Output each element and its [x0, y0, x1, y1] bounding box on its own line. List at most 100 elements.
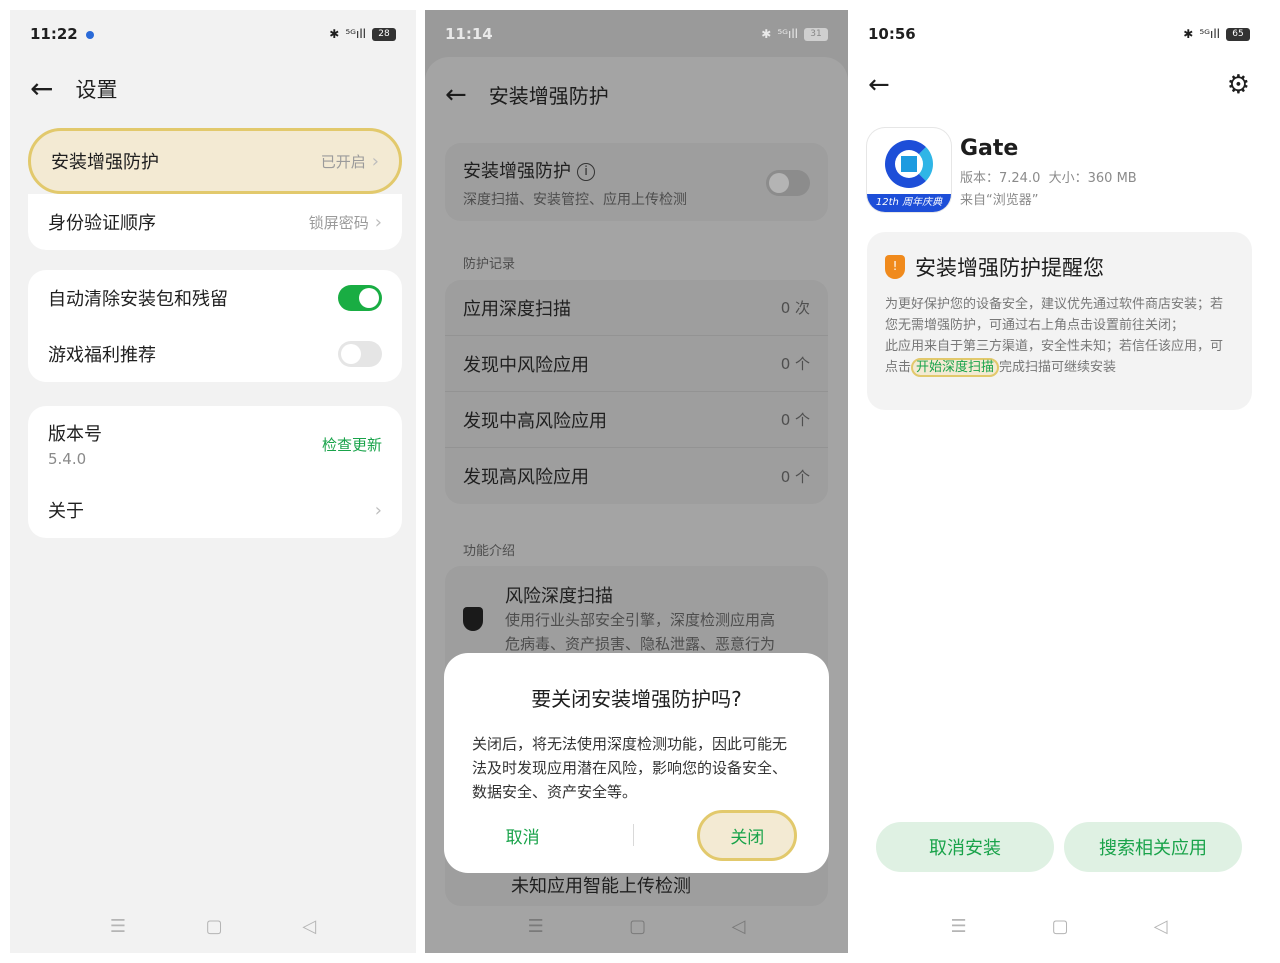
back-arrow-icon[interactable]: ←: [868, 72, 890, 98]
menu-icon[interactable]: ☰: [528, 916, 544, 937]
record-row[interactable]: 发现高风险应用 0 个: [445, 448, 828, 504]
auto-clean-toggle[interactable]: [338, 285, 382, 311]
install-protection-screen: 11:14 ✱ ⁵ᴳıll 31 ← 安装增强防护 安装增强防护 i 深度扫描、安…: [425, 10, 848, 953]
close-confirm-button[interactable]: 关闭: [697, 809, 798, 861]
row-about[interactable]: 关于 ›: [28, 482, 402, 538]
nav-bar: ☰ ▢ ◁: [848, 916, 1270, 937]
app-install-screen: 10:56 ✱ ⁵ᴳıll 65 ← ⚙ 12th 周年庆典 Gate 版本：7…: [848, 10, 1270, 953]
chevron-right-icon: ›: [374, 499, 382, 521]
gear-icon[interactable]: ⚙: [1227, 72, 1250, 98]
section-header: 功能介绍: [463, 544, 516, 559]
bluetooth-icon: ✱: [761, 27, 772, 41]
warning-title: 安装增强防护提醒您: [915, 256, 1104, 280]
record-row[interactable]: 发现中风险应用 0 个: [445, 336, 828, 392]
toggle-subtitle: 深度扫描、安装管控、应用上传检测: [463, 192, 687, 208]
records-card: 应用深度扫描 0 次 发现中风险应用 0 个 发现中高风险应用 0 个 发现高风险应用…: [445, 280, 828, 504]
menu-icon[interactable]: ☰: [951, 916, 967, 937]
toggle-label: 安装增强防护: [463, 161, 571, 182]
row-label: 身份验证顺序: [48, 213, 156, 234]
cancel-install-button[interactable]: 取消安装: [876, 822, 1054, 872]
record-count: 0 个: [780, 411, 810, 429]
game-recommend-toggle[interactable]: [338, 341, 382, 367]
status-bar: 11:14 ✱ ⁵ᴳıll 31: [445, 24, 828, 44]
header: ← ⚙: [868, 72, 1250, 98]
nav-bar: ☰ ▢ ◁: [10, 916, 416, 937]
signal-icon: ⁵ᴳıll: [1199, 27, 1220, 41]
record-row[interactable]: 发现中高风险应用 0 个: [445, 392, 828, 448]
row-label: 自动清除安装包和残留: [48, 289, 228, 310]
app-icon: 12th 周年庆典: [867, 128, 951, 212]
version-value: 5.4.0: [48, 450, 87, 468]
app-source: 来自“浏览器”: [960, 193, 1039, 208]
chevron-right-icon: ›: [371, 150, 379, 172]
row-auto-clean: 自动清除安装包和残留: [28, 270, 402, 326]
record-label: 发现中风险应用: [463, 354, 589, 376]
row-label: 游戏福利推荐: [48, 345, 156, 366]
signal-icon: ⁵ᴳıll: [345, 27, 366, 41]
location-icon: [85, 31, 94, 39]
record-count: 0 个: [780, 355, 810, 373]
app-icon-banner: 12th 周年庆典: [867, 194, 951, 212]
header: ← 安装增强防护: [445, 80, 609, 109]
clock: 11:22: [30, 25, 78, 43]
back-icon[interactable]: ◁: [731, 916, 745, 937]
home-icon[interactable]: ▢: [206, 916, 223, 937]
record-count: 0 个: [780, 467, 810, 486]
record-count: 0 次: [780, 299, 810, 317]
confirm-dialog: 要关闭安装增强防护吗? 关闭后，将无法使用深度检测功能，因此可能无法及时发现应用…: [444, 653, 829, 873]
battery-icon: 28: [372, 27, 396, 41]
feature-desc: 使用行业头部安全引擎，深度检测应用高: [505, 611, 776, 629]
header: ← 设置: [30, 74, 117, 104]
record-label: 应用深度扫描: [463, 298, 571, 320]
warning-card: ! 安装增强防护提醒您 为更好保护您的设备安全，建议优先通过软件商店安装；若您无…: [867, 232, 1252, 410]
menu-icon[interactable]: ☰: [110, 916, 126, 937]
info-icon[interactable]: i: [577, 163, 595, 181]
bluetooth-icon: ✱: [1183, 27, 1194, 41]
dialog-buttons: 取消 关闭: [444, 809, 829, 861]
row-version: 版本号 5.4.0 检查更新: [28, 406, 402, 482]
back-arrow-icon[interactable]: ←: [445, 82, 467, 108]
warning-text: 为更好保护您的设备安全，建议优先通过软件商店安装；若您无需增强防护，可通过右上角…: [885, 297, 1224, 333]
row-label: 关于: [48, 501, 84, 522]
back-arrow-icon[interactable]: ←: [30, 75, 53, 103]
row-label: 版本号: [48, 424, 102, 445]
back-icon[interactable]: ◁: [302, 916, 316, 937]
card-toggles: 自动清除安装包和残留 游戏福利推荐: [28, 270, 402, 382]
record-label: 发现高风险应用: [463, 467, 589, 488]
record-row[interactable]: 应用深度扫描 0 次: [445, 280, 828, 336]
row-value: 已开启: [320, 152, 366, 171]
search-related-apps-button[interactable]: 搜索相关应用: [1064, 822, 1242, 872]
clock: 10:56: [868, 25, 916, 43]
feature-title: 未知应用智能上传检测: [511, 876, 691, 897]
section-header: 防护记录: [463, 257, 516, 272]
settings-screen: 11:22 ✱ ⁵ᴳıll 28 ← 设置 安装增强防护 已开启 › 身份验证顺序…: [10, 10, 416, 953]
home-icon[interactable]: ▢: [629, 916, 646, 937]
record-label: 发现中高风险应用: [463, 410, 607, 432]
back-icon[interactable]: ◁: [1154, 916, 1168, 937]
row-label: 安装增强防护: [51, 152, 159, 173]
install-protection-toggle[interactable]: [766, 170, 810, 196]
start-deep-scan-link[interactable]: 开始深度扫描: [911, 358, 1000, 377]
card-security: 安装增强防护 已开启 › 身份验证顺序 锁屏密码 ›: [28, 128, 402, 250]
page-title: 设置: [75, 78, 118, 102]
row-auth-order[interactable]: 身份验证顺序 锁屏密码 ›: [28, 194, 402, 250]
signal-icon: ⁵ᴳıll: [777, 27, 798, 41]
battery-icon: 31: [804, 27, 828, 41]
shield-icon: [463, 607, 483, 631]
check-update-link[interactable]: 检查更新: [322, 434, 382, 455]
status-bar: 11:22 ✱ ⁵ᴳıll 28: [30, 24, 396, 44]
cancel-button[interactable]: 取消: [476, 813, 570, 858]
row-install-protection[interactable]: 安装增强防护 已开启 ›: [28, 128, 402, 194]
shield-warning-icon: !: [885, 255, 905, 279]
divider: [632, 824, 634, 846]
main-toggle-card: 安装增强防护 i 深度扫描、安装管控、应用上传检测: [445, 143, 828, 221]
bluetooth-icon: ✱: [329, 27, 340, 41]
feature-title: 风险深度扫描: [505, 586, 613, 607]
dialog-title: 要关闭安装增强防护吗?: [531, 687, 742, 711]
row-game-recommend: 游戏福利推荐: [28, 326, 402, 382]
dialog-body: 关闭后，将无法使用深度检测功能，因此可能无法及时发现应用潜在风险，影响您的设备安…: [472, 735, 788, 801]
page-title: 安装增强防护: [488, 84, 609, 108]
battery-icon: 65: [1226, 27, 1250, 41]
card-about: 版本号 5.4.0 检查更新 关于 ›: [28, 406, 402, 538]
home-icon[interactable]: ▢: [1052, 916, 1069, 937]
